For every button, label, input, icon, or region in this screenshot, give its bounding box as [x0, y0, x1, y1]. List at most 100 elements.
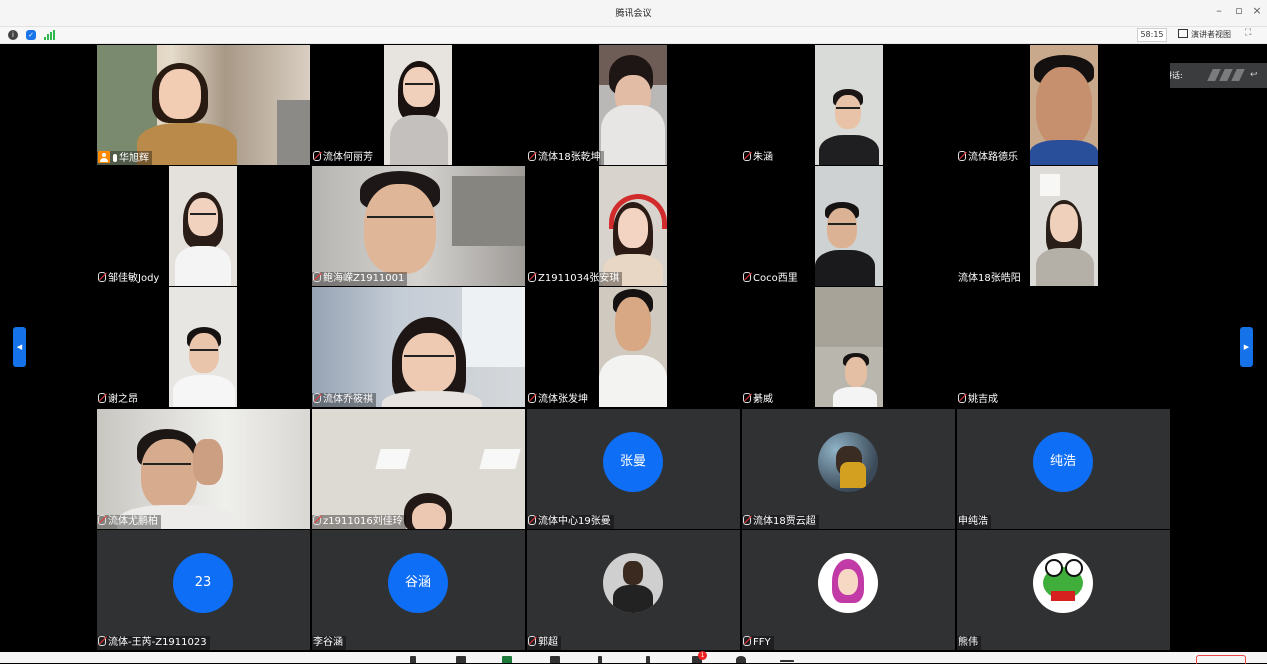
microphone-muted-icon	[98, 636, 106, 646]
members-icon[interactable]	[598, 656, 602, 663]
security-shield-icon[interactable]: ✓	[26, 30, 36, 40]
settings-icon[interactable]	[736, 656, 746, 663]
participant-tile[interactable]: 纯浩 申纯浩	[957, 409, 1170, 529]
video-feed	[169, 287, 237, 407]
fullscreen-icon[interactable]: ⛶	[1245, 28, 1251, 38]
microphone-muted-icon	[98, 393, 106, 403]
more-icon[interactable]	[780, 660, 794, 662]
microphone-muted-icon	[743, 393, 751, 403]
microphone-muted-icon	[528, 393, 536, 403]
participant-tile[interactable]: 23 流体-王芮-Z1911023	[97, 530, 310, 650]
participant-name-label: 綦威	[742, 393, 776, 407]
participant-tile[interactable]: Z1911034张安琪	[527, 166, 740, 286]
participant-avatar	[818, 553, 878, 613]
speaker-view-label: 演讲者视图	[1191, 30, 1231, 39]
title-bar: 腾讯会议 – ▫ ×	[0, 0, 1267, 27]
previous-page-arrow-icon[interactable]: ◀	[13, 327, 26, 367]
participant-tile[interactable]: FFY	[742, 530, 955, 650]
microphone-muted-icon	[528, 151, 536, 161]
next-page-arrow-icon[interactable]: ▶	[1240, 327, 1253, 367]
notification-badge: 1	[698, 651, 707, 660]
participant-tile[interactable]: 流体何丽芳	[312, 45, 525, 165]
restore-icon[interactable]: ▫	[1232, 4, 1246, 17]
speaker-view-icon	[1178, 29, 1188, 38]
participant-tile[interactable]: 朱涵	[742, 45, 955, 165]
network-signal-icon[interactable]	[44, 30, 56, 40]
participant-tile[interactable]: 邹佳敏Jody	[97, 166, 310, 286]
participant-name-label: 流体-王芮-Z1911023	[97, 636, 210, 650]
participant-name-label: 流体路德乐	[957, 151, 1021, 165]
participant-avatar	[818, 432, 878, 492]
video-feed	[599, 166, 667, 286]
participant-name-label: 流体乔筱祺	[312, 393, 376, 407]
participant-tile[interactable]: 鲍海嵘Z1911001	[312, 166, 525, 286]
microphone-muted-icon	[743, 272, 751, 282]
participant-tile[interactable]: 谢之昂	[97, 287, 310, 407]
participant-tile[interactable]: 流体乔筱祺	[312, 287, 525, 407]
participant-name-label: 流体18张皓阳	[957, 272, 1024, 286]
participant-tile[interactable]: 綦威	[742, 287, 955, 407]
video-feed	[599, 287, 667, 407]
participant-tile[interactable]: z1911016刘佳玲	[312, 409, 525, 529]
microphone-muted-icon	[98, 272, 106, 282]
participant-tile[interactable]: 郭超	[527, 530, 740, 650]
minimize-icon[interactable]: –	[1212, 4, 1226, 17]
participant-avatar	[1033, 553, 1093, 613]
participant-tile[interactable]: 流体张发坤	[527, 287, 740, 407]
share-screen-icon[interactable]	[502, 656, 512, 663]
microphone-muted-icon	[958, 151, 966, 161]
participant-name-label: Z1911034张安琪	[527, 272, 623, 286]
participant-tile[interactable]: 流体18贾云超	[742, 409, 955, 529]
participant-tile[interactable]: 流体18张乾坤	[527, 45, 740, 165]
video-feed	[599, 45, 667, 165]
participant-name-label: 流体18贾云超	[742, 515, 819, 529]
participant-name-label: 申纯浩	[957, 515, 991, 529]
participant-avatar: 23	[173, 553, 233, 613]
camera-icon[interactable]	[456, 656, 466, 663]
participant-tile[interactable]: 流体尤鹏柏	[97, 409, 310, 529]
participant-tile[interactable]: 华旭辉	[97, 45, 310, 165]
participant-name-label: 邹佳敏Jody	[97, 272, 163, 286]
speaker-view-button[interactable]: 演讲者视图	[1178, 28, 1231, 41]
participant-tile[interactable]: Coco西里	[742, 166, 955, 286]
video-feed	[384, 45, 452, 165]
meeting-info-bar: i ✓ 58:15 演讲者视图 ⛶	[0, 27, 1267, 44]
participant-name-label: 郭超	[527, 636, 561, 650]
info-icon[interactable]: i	[8, 30, 18, 40]
video-feed	[815, 45, 883, 165]
microphone-muted-icon	[958, 393, 966, 403]
participant-name-label: 流体张发坤	[527, 393, 591, 407]
collapse-speaking-icon[interactable]: ↩	[1250, 70, 1258, 80]
participant-avatar: 纯浩	[1033, 432, 1093, 492]
invite-icon[interactable]	[550, 656, 560, 663]
meeting-timer: 58:15	[1137, 28, 1167, 42]
participant-tile[interactable]: 谷涵 李谷涵	[312, 530, 525, 650]
video-feed	[815, 287, 883, 407]
participant-avatar	[603, 553, 663, 613]
participant-name-label: 流体18张乾坤	[527, 151, 604, 165]
participant-tile[interactable]: 流体路德乐	[957, 45, 1170, 165]
participant-name-label: Coco西里	[742, 272, 801, 286]
participant-name-label: 姚吉成	[957, 393, 1001, 407]
participant-tile[interactable]: 姚吉成	[957, 287, 1170, 407]
participant-tile[interactable]: 流体18张皓阳	[957, 166, 1170, 286]
video-feed	[312, 287, 525, 407]
participant-tile[interactable]: 张曼 流体中心19张曼	[527, 409, 740, 529]
participant-name-label: 流体何丽芳	[312, 151, 376, 165]
close-icon[interactable]: ×	[1250, 4, 1264, 17]
microphone-icon[interactable]	[410, 656, 416, 663]
video-feed	[312, 409, 525, 529]
microphone-muted-icon	[313, 393, 321, 403]
microphone-muted-icon	[313, 151, 321, 161]
microphone-muted-icon	[98, 515, 106, 525]
video-feed	[1030, 166, 1098, 286]
video-feed	[1030, 45, 1098, 165]
participant-tile[interactable]: 熊伟	[957, 530, 1170, 650]
video-feed	[815, 166, 883, 286]
microphone-on-icon	[113, 154, 117, 162]
microphone-muted-icon	[743, 636, 751, 646]
participant-name-label: z1911016刘佳玲	[312, 515, 406, 529]
video-feed	[97, 45, 310, 165]
chat-icon[interactable]	[646, 656, 650, 663]
microphone-muted-icon	[743, 151, 751, 161]
